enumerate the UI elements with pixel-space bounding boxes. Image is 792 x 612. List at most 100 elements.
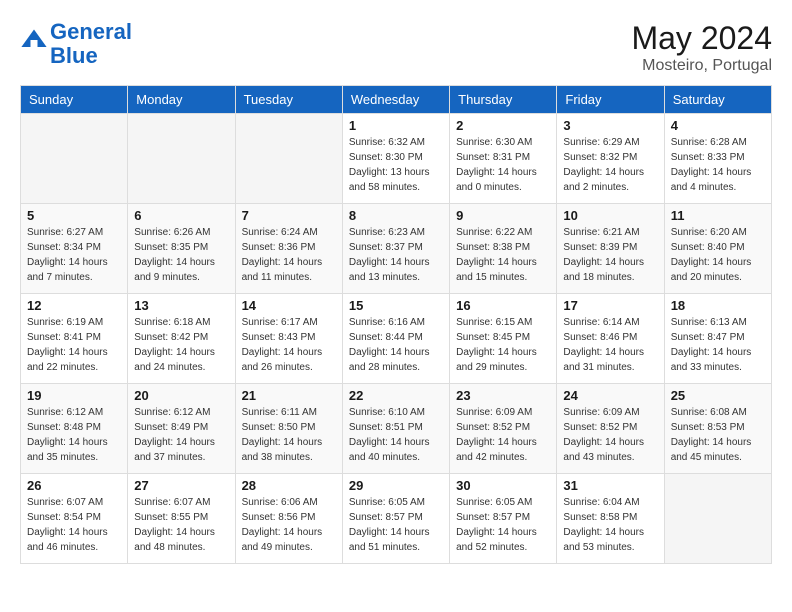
day-number: 6 (134, 208, 228, 223)
day-info: Sunrise: 6:07 AM Sunset: 8:55 PM Dayligh… (134, 495, 228, 555)
calendar-cell: 2 Sunrise: 6:30 AM Sunset: 8:31 PM Daylig… (450, 114, 557, 204)
day-info: Sunrise: 6:05 AM Sunset: 8:57 PM Dayligh… (349, 495, 443, 555)
day-info: Sunrise: 6:10 AM Sunset: 8:51 PM Dayligh… (349, 405, 443, 465)
day-info: Sunrise: 6:05 AM Sunset: 8:57 PM Dayligh… (456, 495, 550, 555)
day-number: 3 (563, 118, 657, 133)
day-number: 12 (27, 298, 121, 313)
day-info: Sunrise: 6:24 AM Sunset: 8:36 PM Dayligh… (242, 225, 336, 285)
calendar-cell: 16Sunrise: 6:15 AM Sunset: 8:45 PM Dayli… (450, 294, 557, 384)
day-info: Sunrise: 6:27 AM Sunset: 8:34 PM Dayligh… (27, 225, 121, 285)
location-title: Mosteiro, Portugal (631, 57, 772, 75)
day-number: 8 (349, 208, 443, 223)
logo-text: General Blue (50, 20, 132, 68)
calendar-cell: 13 Sunrise: 6:18 AM Sunset: 8:42 PM Dayli… (128, 294, 235, 384)
calendar-cell: 24 Sunrise: 6:09 AM Sunset: 8:52 PM Dayli… (557, 384, 664, 474)
day-number: 15 (349, 298, 443, 313)
calendar-cell: 15 Sunrise: 6:16 AM Sunset: 8:44 PM Dayli… (342, 294, 449, 384)
day-info: Sunrise: 6:07 AM Sunset: 8:54 PM Dayligh… (27, 495, 121, 555)
day-info: Sunrise: 6:16 AM Sunset: 8:44 PM Dayligh… (349, 315, 443, 375)
day-number: 23 (456, 388, 550, 403)
month-title: May 2024 (631, 20, 772, 57)
day-info: Sunrise: 6:15 AM Sunset: 8:45 PM Dayligh… (456, 315, 550, 375)
day-number: 9 (456, 208, 550, 223)
calendar-cell: 20 Sunrise: 6:12 AM Sunset: 8:49 PM Dayli… (128, 384, 235, 474)
day-header-saturday: Saturday (664, 86, 771, 114)
calendar-cell: 19 Sunrise: 6:12 AM Sunset: 8:48 PM Dayli… (21, 384, 128, 474)
day-number: 5 (27, 208, 121, 223)
calendar-cell: 27 Sunrise: 6:07 AM Sunset: 8:55 PM Dayli… (128, 474, 235, 564)
calendar-cell: 7 Sunrise: 6:24 AM Sunset: 8:36 PM Daylig… (235, 204, 342, 294)
calendar-cell: 29 Sunrise: 6:05 AM Sunset: 8:57 PM Dayli… (342, 474, 449, 564)
day-number: 20 (134, 388, 228, 403)
calendar-cell: 8 Sunrise: 6:23 AM Sunset: 8:37 PM Daylig… (342, 204, 449, 294)
day-number: 21 (242, 388, 336, 403)
calendar-cell: 14Sunrise: 6:17 AM Sunset: 8:43 PM Dayli… (235, 294, 342, 384)
day-info: Sunrise: 6:26 AM Sunset: 8:35 PM Dayligh… (134, 225, 228, 285)
title-block: May 2024 Mosteiro, Portugal (631, 20, 772, 75)
day-info: Sunrise: 6:04 AM Sunset: 8:58 PM Dayligh… (563, 495, 657, 555)
day-number: 7 (242, 208, 336, 223)
calendar-cell: 17 Sunrise: 6:14 AM Sunset: 8:46 PM Dayli… (557, 294, 664, 384)
day-info: Sunrise: 6:13 AM Sunset: 8:47 PM Dayligh… (671, 315, 765, 375)
day-header-friday: Friday (557, 86, 664, 114)
day-info: Sunrise: 6:09 AM Sunset: 8:52 PM Dayligh… (563, 405, 657, 465)
calendar-cell (128, 114, 235, 204)
day-info: Sunrise: 6:21 AM Sunset: 8:39 PM Dayligh… (563, 225, 657, 285)
day-number: 19 (27, 388, 121, 403)
calendar-cell: 21Sunrise: 6:11 AM Sunset: 8:50 PM Dayli… (235, 384, 342, 474)
day-info: Sunrise: 6:12 AM Sunset: 8:49 PM Dayligh… (134, 405, 228, 465)
day-number: 24 (563, 388, 657, 403)
day-number: 4 (671, 118, 765, 133)
calendar-cell: 23 Sunrise: 6:09 AM Sunset: 8:52 PM Dayli… (450, 384, 557, 474)
day-info: Sunrise: 6:20 AM Sunset: 8:40 PM Dayligh… (671, 225, 765, 285)
calendar-cell: 18 Sunrise: 6:13 AM Sunset: 8:47 PM Dayli… (664, 294, 771, 384)
calendar-cell: 3 Sunrise: 6:29 AM Sunset: 8:32 PM Daylig… (557, 114, 664, 204)
day-number: 25 (671, 388, 765, 403)
calendar-cell: 12Sunrise: 6:19 AM Sunset: 8:41 PM Dayli… (21, 294, 128, 384)
logo: General Blue (20, 20, 132, 68)
calendar-cell: 5 Sunrise: 6:27 AM Sunset: 8:34 PM Daylig… (21, 204, 128, 294)
calendar-table: SundayMondayTuesdayWednesdayThursdayFrid… (20, 85, 772, 564)
day-info: Sunrise: 6:08 AM Sunset: 8:53 PM Dayligh… (671, 405, 765, 465)
calendar-cell (664, 474, 771, 564)
day-info: Sunrise: 6:18 AM Sunset: 8:42 PM Dayligh… (134, 315, 228, 375)
day-number: 30 (456, 478, 550, 493)
day-info: Sunrise: 6:12 AM Sunset: 8:48 PM Dayligh… (27, 405, 121, 465)
day-header-wednesday: Wednesday (342, 86, 449, 114)
day-info: Sunrise: 6:32 AM Sunset: 8:30 PM Dayligh… (349, 135, 443, 195)
day-number: 29 (349, 478, 443, 493)
day-info: Sunrise: 6:06 AM Sunset: 8:56 PM Dayligh… (242, 495, 336, 555)
page-header: General Blue May 2024 Mosteiro, Portugal (20, 20, 772, 75)
day-number: 1 (349, 118, 443, 133)
day-info: Sunrise: 6:23 AM Sunset: 8:37 PM Dayligh… (349, 225, 443, 285)
calendar-cell: 10Sunrise: 6:21 AM Sunset: 8:39 PM Dayli… (557, 204, 664, 294)
calendar-cell: 6 Sunrise: 6:26 AM Sunset: 8:35 PM Daylig… (128, 204, 235, 294)
calendar-cell: 11 Sunrise: 6:20 AM Sunset: 8:40 PM Dayli… (664, 204, 771, 294)
calendar-cell: 30 Sunrise: 6:05 AM Sunset: 8:57 PM Dayli… (450, 474, 557, 564)
calendar-cell: 28Sunrise: 6:06 AM Sunset: 8:56 PM Dayli… (235, 474, 342, 564)
day-number: 14 (242, 298, 336, 313)
calendar-cell: 31 Sunrise: 6:04 AM Sunset: 8:58 PM Dayli… (557, 474, 664, 564)
day-info: Sunrise: 6:09 AM Sunset: 8:52 PM Dayligh… (456, 405, 550, 465)
calendar-cell: 9Sunrise: 6:22 AM Sunset: 8:38 PM Daylig… (450, 204, 557, 294)
day-header-monday: Monday (128, 86, 235, 114)
day-number: 31 (563, 478, 657, 493)
day-number: 2 (456, 118, 550, 133)
calendar-cell: 25 Sunrise: 6:08 AM Sunset: 8:53 PM Dayli… (664, 384, 771, 474)
day-info: Sunrise: 6:30 AM Sunset: 8:31 PM Dayligh… (456, 135, 550, 195)
calendar-cell: 26Sunrise: 6:07 AM Sunset: 8:54 PM Dayli… (21, 474, 128, 564)
day-number: 18 (671, 298, 765, 313)
day-header-tuesday: Tuesday (235, 86, 342, 114)
day-number: 11 (671, 208, 765, 223)
calendar-cell: 1 Sunrise: 6:32 AM Sunset: 8:30 PM Daylig… (342, 114, 449, 204)
day-info: Sunrise: 6:14 AM Sunset: 8:46 PM Dayligh… (563, 315, 657, 375)
day-number: 13 (134, 298, 228, 313)
day-info: Sunrise: 6:29 AM Sunset: 8:32 PM Dayligh… (563, 135, 657, 195)
calendar-cell (235, 114, 342, 204)
day-header-sunday: Sunday (21, 86, 128, 114)
day-number: 17 (563, 298, 657, 313)
day-number: 22 (349, 388, 443, 403)
calendar-cell (21, 114, 128, 204)
logo-icon (20, 26, 48, 54)
day-number: 27 (134, 478, 228, 493)
